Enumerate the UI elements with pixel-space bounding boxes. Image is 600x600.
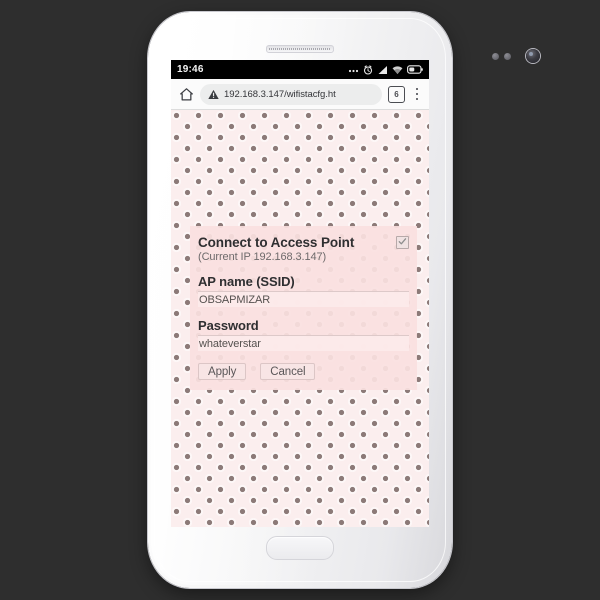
- more-dots-icon: [348, 69, 359, 72]
- warning-triangle-icon: [208, 89, 219, 99]
- overflow-menu-icon[interactable]: [410, 85, 424, 103]
- screenshot-stage: 19:46 192.168.3.147/wifistacfg.ht 6 Conn…: [0, 0, 600, 600]
- browser-toolbar: 192.168.3.147/wifistacfg.ht 6: [171, 79, 429, 110]
- home-icon[interactable]: [176, 84, 196, 104]
- panel-button-row: Apply Cancel: [198, 363, 409, 380]
- checkmark-icon: [398, 238, 407, 245]
- password-field-label: Password: [198, 318, 259, 333]
- panel-header-row: Connect to Access Point: [198, 235, 409, 250]
- status-icons-group: [348, 64, 423, 75]
- ssid-input[interactable]: OBSAPMIZAR: [198, 291, 409, 307]
- menu-dot: [415, 87, 419, 91]
- menu-dot: [415, 97, 419, 101]
- home-button[interactable]: [266, 536, 334, 560]
- front-camera-icon: [526, 49, 540, 63]
- panel-title: Connect to Access Point: [198, 235, 355, 250]
- menu-dot: [415, 92, 419, 96]
- url-text: 192.168.3.147/wifistacfg.ht: [224, 88, 336, 100]
- connect-enable-checkbox[interactable]: [396, 236, 409, 249]
- wifi-icon: [392, 65, 403, 74]
- battery-icon: [407, 65, 423, 74]
- alarm-icon: [363, 64, 373, 75]
- ssid-field-label: AP name (SSID): [198, 274, 295, 289]
- earpiece-speaker-grille: [266, 45, 334, 53]
- home-icon-glyph: [179, 87, 193, 101]
- signal-bars-icon: [378, 65, 387, 74]
- password-input[interactable]: whateverstar: [198, 335, 409, 351]
- status-clock: 19:46: [177, 64, 204, 75]
- wifi-config-panel: Connect to Access Point (Current IP 192.…: [190, 226, 417, 390]
- light-sensor-icon: [504, 53, 511, 60]
- apply-button[interactable]: Apply: [198, 363, 247, 380]
- phone-screen: 19:46 192.168.3.147/wifistacfg.ht 6 Conn…: [171, 60, 429, 527]
- status-bar: 19:46: [171, 60, 429, 79]
- cancel-button[interactable]: Cancel: [260, 363, 316, 380]
- url-bar[interactable]: 192.168.3.147/wifistacfg.ht: [200, 83, 382, 105]
- current-ip-label: (Current IP 192.168.3.147): [198, 251, 327, 263]
- tab-counter-button[interactable]: 6: [388, 85, 405, 103]
- web-page-body: Connect to Access Point (Current IP 192.…: [171, 110, 429, 527]
- tab-count-label: 6: [394, 89, 399, 99]
- proximity-sensor-icon: [492, 53, 499, 60]
